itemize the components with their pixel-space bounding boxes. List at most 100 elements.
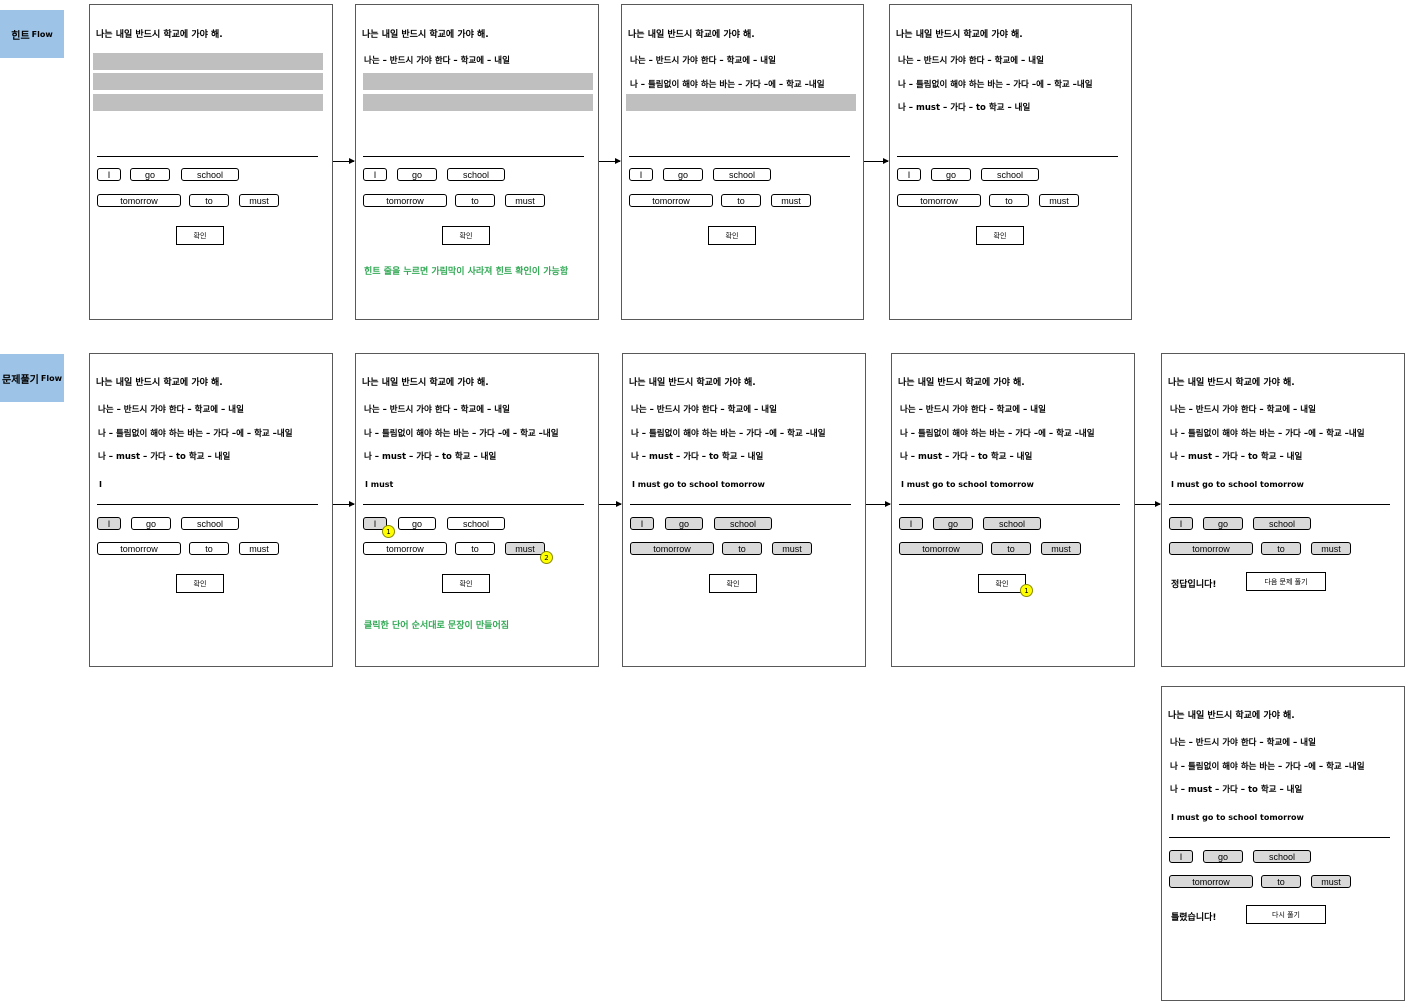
hint-line-1[interactable]: 나는 – 반드시 가야 한다 – 학교에 – 내일 [1170,736,1316,748]
word-chip-i[interactable]: I [630,517,654,530]
word-chip-i[interactable]: I [1169,517,1193,530]
hint-line-1[interactable]: 나는 – 반드시 가야 한다 – 학교에 – 내일 [898,54,1044,66]
word-chip-go[interactable]: go [398,517,436,530]
word-chip-school[interactable]: school [713,168,771,181]
hint-line-2[interactable]: 나 – 틀림없이 해야 하는 바는 – 가다 –에 – 학교 –내일 [631,427,826,439]
hint-line-2[interactable]: 나 – 틀림없이 해야 하는 바는 – 가다 –에 – 학교 –내일 [898,78,1093,90]
word-chip-tomorrow[interactable]: tomorrow [97,542,181,555]
solve-flow-note: 클릭한 단어 순서대로 문장이 만들어짐 [364,621,510,631]
word-chip-school[interactable]: school [714,517,772,530]
hint-line-3[interactable]: 나 – must – 가다 – to 학교 – 내일 [1170,450,1302,462]
hint-line-2[interactable]: 나 – 틀림없이 해야 하는 바는 – 가다 –에 – 학교 –내일 [630,78,825,90]
hint-cover-bar[interactable] [363,73,593,90]
hint-line-2[interactable]: 나 – 틀림없이 해야 하는 바는 – 가다 –에 – 학교 –내일 [98,427,293,439]
word-chip-tomorrow[interactable]: tomorrow [1169,542,1253,555]
word-chip-tomorrow[interactable]: tomorrow [899,542,983,555]
word-chip-must[interactable]: must [1311,542,1351,555]
hint-cover-bar[interactable] [93,73,323,90]
confirm-button[interactable]: 확인 [709,574,757,593]
retry-button[interactable]: 다시 풀기 [1246,905,1326,924]
word-chip-school[interactable]: school [1253,850,1311,863]
word-chip-school[interactable]: school [1253,517,1311,530]
word-chip-must[interactable]: must [505,542,545,555]
word-chip-i[interactable]: I [899,517,923,530]
confirm-button[interactable]: 확인 [176,574,224,593]
hint-line-3[interactable]: 나 – must – 가다 – to 학교 – 내일 [631,450,763,462]
word-chip-i[interactable]: I [629,168,653,181]
hint-line-1[interactable]: 나는 – 반드시 가야 한다 – 학교에 – 내일 [630,54,776,66]
hint-line-1[interactable]: 나는 – 반드시 가야 한다 – 학교에 – 내일 [98,403,244,415]
word-chip-tomorrow[interactable]: tomorrow [897,194,981,207]
word-chip-tomorrow[interactable]: tomorrow [629,194,713,207]
word-chip-go[interactable]: go [1203,517,1243,530]
word-chip-i[interactable]: I [363,168,387,181]
hint-line-2[interactable]: 나 – 틀림없이 해야 하는 바는 – 가다 –에 – 학교 –내일 [900,427,1095,439]
word-chip-to[interactable]: to [189,542,229,555]
word-chip-tomorrow[interactable]: tomorrow [363,194,447,207]
hint-line-1[interactable]: 나는 – 반드시 가야 한다 – 학교에 – 내일 [364,54,510,66]
hint-cover-bar[interactable] [93,94,323,111]
word-chip-to[interactable]: to [721,194,761,207]
hint-line-1[interactable]: 나는 – 반드시 가야 한다 – 학교에 – 내일 [364,403,510,415]
word-chip-must[interactable]: must [239,542,279,555]
confirm-button[interactable]: 확인 [176,226,224,245]
word-chip-school[interactable]: school [447,168,505,181]
hint-line-3[interactable]: 나 – must – 가다 – to 학교 – 내일 [98,450,230,462]
word-chip-i[interactable]: I [897,168,921,181]
word-chip-must[interactable]: must [772,542,812,555]
word-chip-tomorrow[interactable]: tomorrow [1169,875,1253,888]
hint-line-3[interactable]: 나 – must – 가다 – to 학교 – 내일 [364,450,496,462]
word-chip-must[interactable]: must [239,194,279,207]
word-chip-go[interactable]: go [931,168,971,181]
hint-line-1[interactable]: 나는 – 반드시 가야 한다 – 학교에 – 내일 [1170,403,1316,415]
confirm-button[interactable]: 확인 [708,226,756,245]
word-chip-i[interactable]: I [97,168,121,181]
hint-cover-bar[interactable] [626,94,856,111]
word-chip-to[interactable]: to [455,542,495,555]
word-chip-to[interactable]: to [989,194,1029,207]
word-chip-to[interactable]: to [455,194,495,207]
hint-line-2[interactable]: 나 – 틀림없이 해야 하는 바는 – 가다 –에 – 학교 –내일 [1170,427,1365,439]
word-chip-go[interactable]: go [663,168,703,181]
hint-line-3[interactable]: 나 – must – 가다 – to 학교 – 내일 [1170,783,1302,795]
hint-cover-bar[interactable] [93,53,323,70]
hint-line-1[interactable]: 나는 – 반드시 가야 한다 – 학교에 – 내일 [900,403,1046,415]
word-chip-must[interactable]: must [1039,194,1079,207]
word-chip-to[interactable]: to [1261,542,1301,555]
word-chip-go[interactable]: go [131,517,171,530]
hint-line-3[interactable]: 나 – must – 가다 – to 학교 – 내일 [898,101,1030,113]
word-chip-school[interactable]: school [983,517,1041,530]
word-chip-school[interactable]: school [181,517,239,530]
word-chip-i[interactable]: I [97,517,121,530]
word-chip-school[interactable]: school [981,168,1039,181]
confirm-button[interactable]: 확인 [442,226,490,245]
word-chip-school[interactable]: school [447,517,505,530]
word-chip-must[interactable]: must [505,194,545,207]
confirm-button[interactable]: 확인 [442,574,490,593]
next-question-button[interactable]: 다음 문제 풀기 [1246,572,1326,591]
hint-line-2[interactable]: 나 – 틀림없이 해야 하는 바는 – 가다 –에 – 학교 –내일 [364,427,559,439]
word-chip-i[interactable]: I [1169,850,1193,863]
word-chip-go[interactable]: go [665,517,703,530]
word-chip-to[interactable]: to [991,542,1031,555]
word-chip-to[interactable]: to [1261,875,1301,888]
hint-cover-bar[interactable] [363,94,593,111]
confirm-button[interactable]: 확인 [978,574,1026,593]
word-chip-school[interactable]: school [181,168,239,181]
word-chip-tomorrow[interactable]: tomorrow [363,542,447,555]
word-chip-must[interactable]: must [1311,875,1351,888]
hint-line-1[interactable]: 나는 – 반드시 가야 한다 – 학교에 – 내일 [631,403,777,415]
word-chip-must[interactable]: must [1041,542,1081,555]
word-chip-to[interactable]: to [722,542,762,555]
word-chip-must[interactable]: must [771,194,811,207]
word-chip-go[interactable]: go [1203,850,1243,863]
word-chip-go[interactable]: go [130,168,170,181]
word-chip-go[interactable]: go [397,168,437,181]
hint-line-2[interactable]: 나 – 틀림없이 해야 하는 바는 – 가다 –에 – 학교 –내일 [1170,760,1365,772]
word-chip-go[interactable]: go [933,517,973,530]
word-chip-to[interactable]: to [189,194,229,207]
word-chip-tomorrow[interactable]: tomorrow [630,542,714,555]
hint-line-3[interactable]: 나 – must – 가다 – to 학교 – 내일 [900,450,1032,462]
confirm-button[interactable]: 확인 [976,226,1024,245]
word-chip-tomorrow[interactable]: tomorrow [97,194,181,207]
